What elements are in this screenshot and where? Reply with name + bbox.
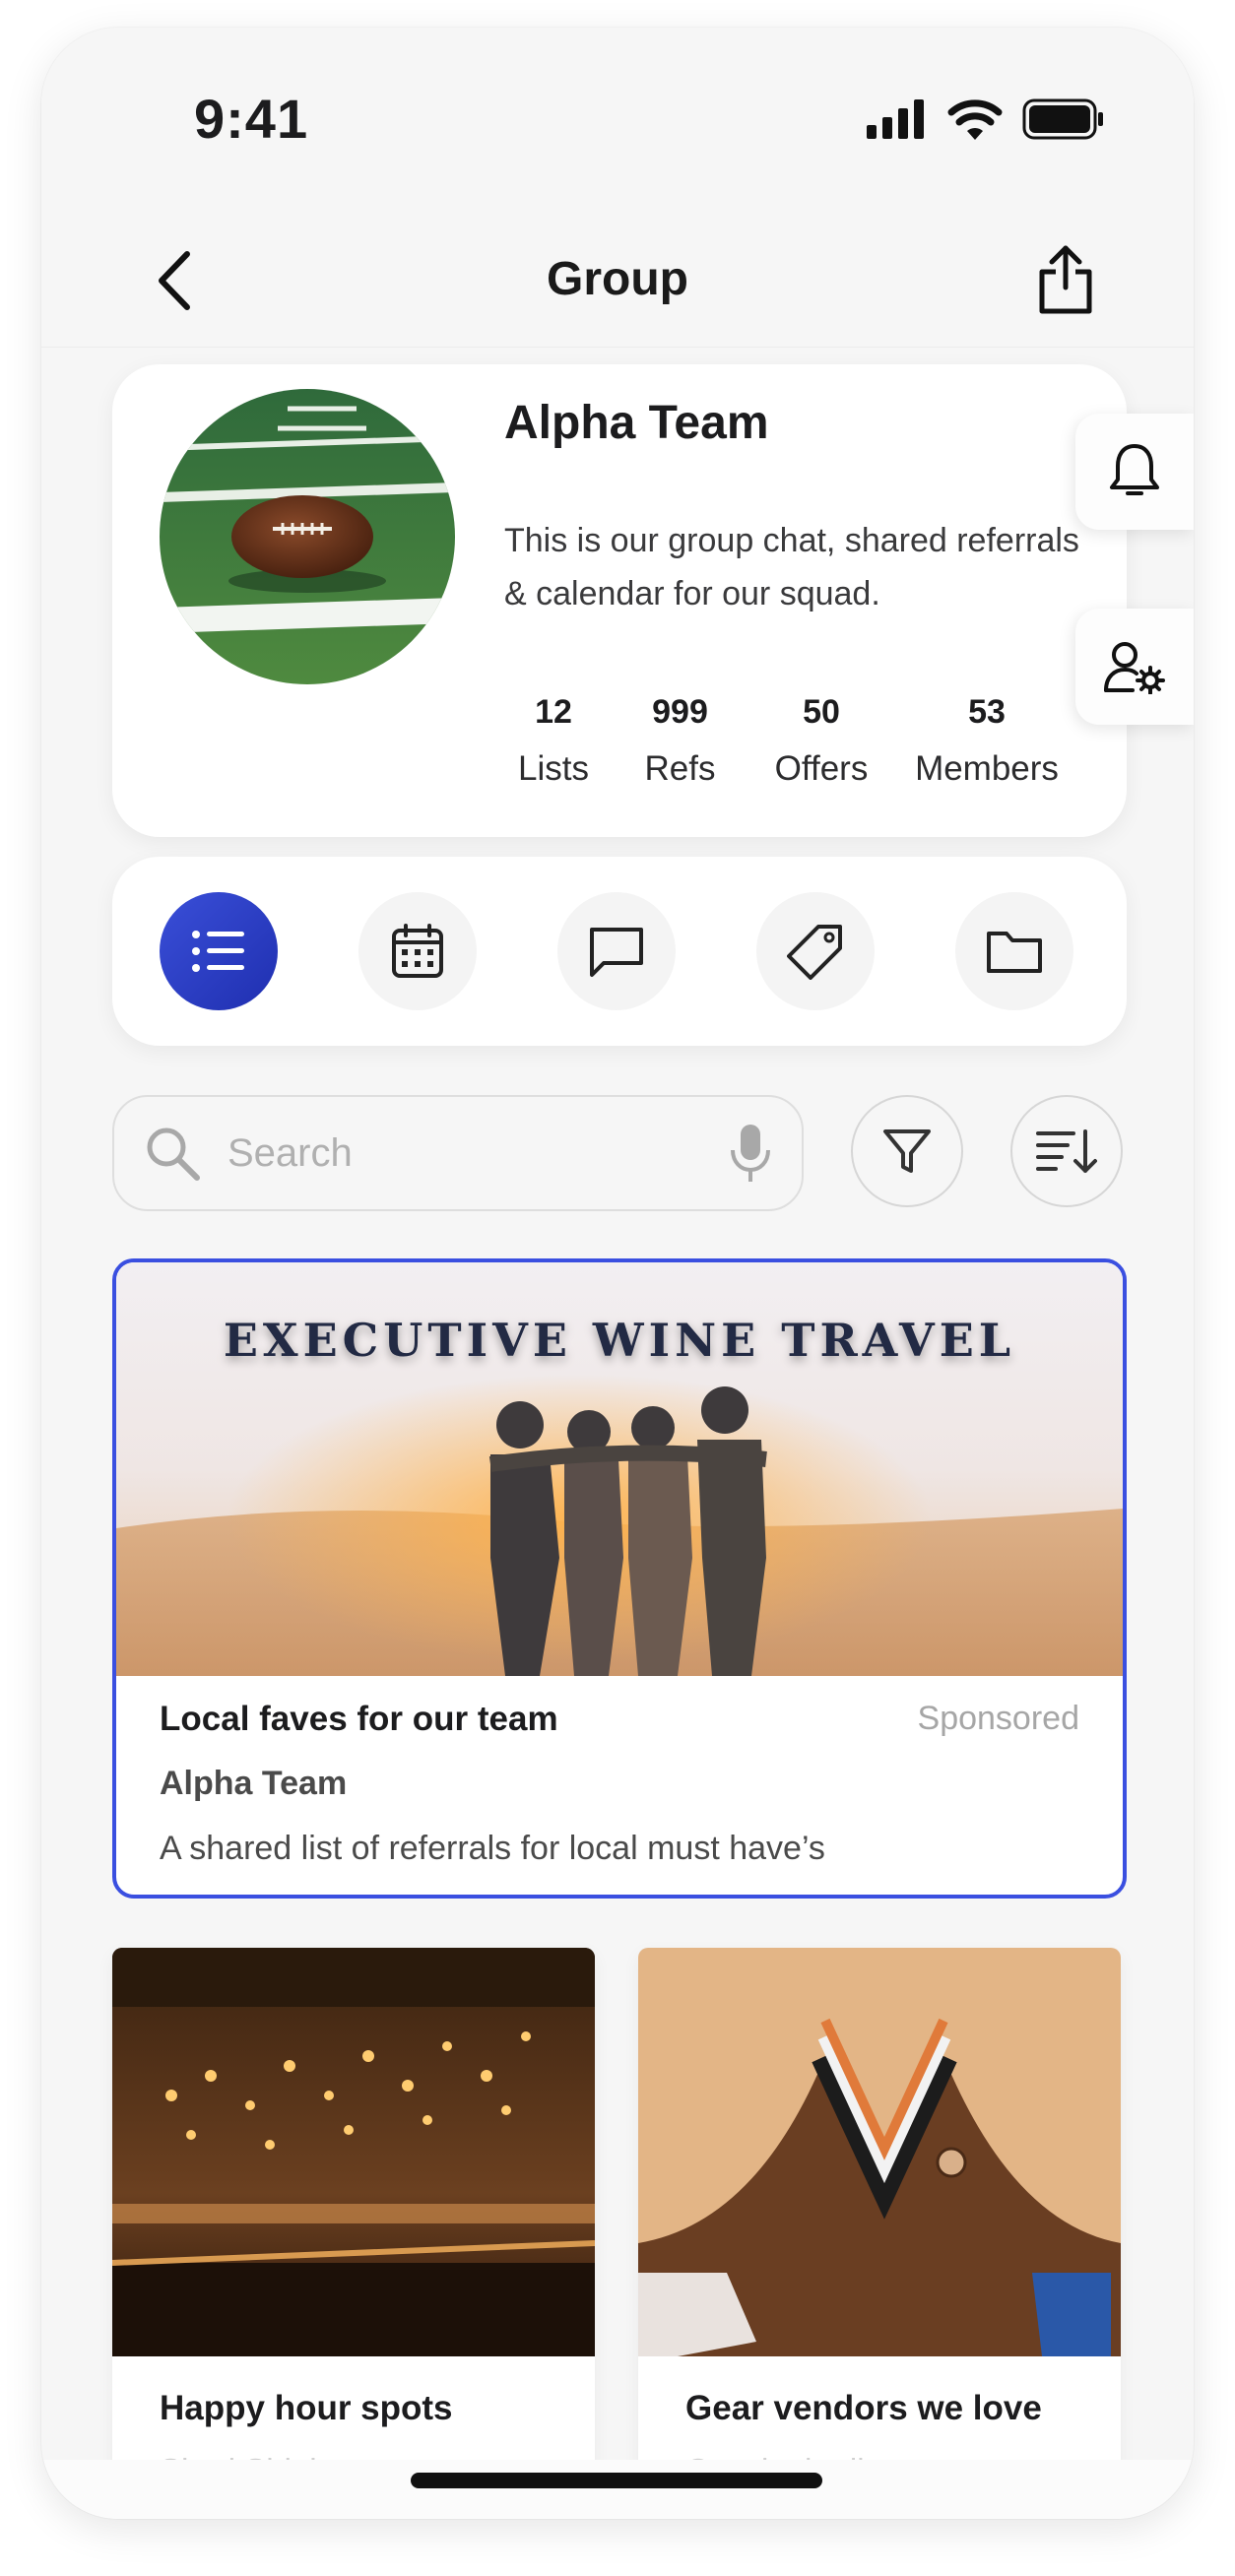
list-image (638, 1948, 1121, 2356)
stat-label: Refs (644, 749, 716, 788)
share-icon (1039, 245, 1092, 314)
stat-label: Offers (774, 749, 869, 788)
user-settings-icon (1104, 642, 1165, 694)
page-title: Group (547, 253, 688, 305)
list-image (112, 1948, 595, 2356)
group-name: Alpha Team (504, 397, 769, 449)
group-profile-card: Alpha Team This is our group chat, share… (112, 364, 1127, 837)
featured-title: Local faves for our team (160, 1700, 558, 1738)
member-settings-button[interactable] (1075, 609, 1194, 725)
group-stats: 12 Lists 999 Refs 50 Offers 53 Members (504, 684, 1071, 799)
tab-offers[interactable] (756, 892, 875, 1010)
tab-files[interactable] (955, 892, 1073, 1010)
group-avatar (160, 389, 455, 684)
folder-icon (987, 932, 1042, 973)
tag-icon (787, 925, 842, 980)
stat-label: Lists (518, 749, 589, 788)
tab-calendar[interactable] (358, 892, 477, 1010)
banner-title: EXECUTIVE WINE TRAVEL (223, 1314, 1016, 1367)
featured-image: EXECUTIVE WINE TRAVEL (116, 1262, 1123, 1676)
list-card[interactable]: Happy hour spots Shari Shipley (112, 1948, 595, 2519)
calendar-icon (392, 924, 443, 978)
home-indicator[interactable] (411, 2473, 822, 2488)
list-card[interactable]: Gear vendors we love Cats in the line (638, 1948, 1121, 2519)
search-input[interactable] (228, 1121, 700, 1186)
sponsored-badge: Sponsored (917, 1700, 1079, 1737)
stat-lists[interactable]: 12 Lists (504, 684, 603, 799)
group-description: This is our group chat, shared referrals… (504, 522, 1079, 612)
stat-value: 53 (968, 693, 1006, 731)
tab-lists[interactable] (160, 892, 278, 1010)
stat-value: 12 (535, 693, 572, 731)
notifications-button[interactable] (1075, 414, 1194, 530)
stat-value: 999 (652, 693, 708, 731)
sort-icon (1036, 1129, 1097, 1173)
search-icon (147, 1127, 200, 1181)
filter-icon (883, 1129, 931, 1173)
filter-button[interactable] (851, 1095, 963, 1207)
featured-description: A shared list of referrals for local mus… (160, 1830, 825, 1867)
featured-list-card[interactable]: EXECUTIVE WINE TRAVEL Local faves for ou… (112, 1258, 1127, 1899)
tab-chat[interactable] (557, 892, 676, 1010)
stat-label: Members (915, 749, 1059, 788)
bottom-fade (41, 2460, 1194, 2519)
phone-screen: 9:41 Group Alpha Team This is our group … (41, 28, 1194, 2519)
signal-icon (867, 99, 924, 139)
bell-icon (1110, 444, 1159, 495)
list-icon (192, 931, 244, 972)
chat-icon (590, 928, 643, 977)
share-button[interactable] (1036, 244, 1095, 315)
nav-bar: Group (41, 215, 1194, 348)
wifi-icon (947, 99, 1003, 140)
status-bar: 9:41 (41, 28, 1194, 215)
status-time: 9:41 (194, 88, 309, 150)
microphone-icon[interactable] (729, 1123, 772, 1184)
stat-refs[interactable]: 999 Refs (615, 684, 746, 799)
battery-icon (1022, 98, 1103, 140)
stat-offers[interactable]: 50 Offers (757, 684, 885, 799)
sort-button[interactable] (1010, 1095, 1123, 1207)
search-bar (112, 1095, 804, 1211)
list-title: Gear vendors we love (685, 2389, 1042, 2427)
featured-author: Alpha Team (160, 1765, 348, 1802)
stat-members[interactable]: 53 Members (903, 684, 1071, 799)
status-icons (867, 98, 1105, 140)
group-tab-bar (112, 857, 1127, 1046)
list-title: Happy hour spots (160, 2389, 453, 2427)
stat-value: 50 (803, 693, 840, 731)
